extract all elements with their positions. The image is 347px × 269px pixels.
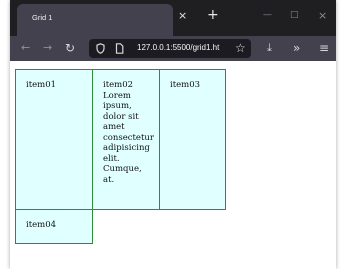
grid-item-text: item03: [170, 80, 201, 90]
bookmark-star-icon[interactable]: ☆: [235, 41, 246, 55]
grid-item-02: item02 Lorem ipsum, dolor sit amet conse…: [92, 69, 160, 210]
tab-title: Grid 1: [32, 13, 53, 22]
new-tab-button[interactable]: +: [207, 8, 219, 22]
url-text[interactable]: 127.0.0.1:5500/grid1.ht: [137, 43, 241, 52]
back-icon[interactable]: ←: [21, 41, 30, 55]
grid-item-text: item04: [26, 220, 57, 230]
maximize-icon[interactable]: □: [290, 11, 299, 20]
tab-grid1[interactable]: Grid 1: [17, 4, 173, 36]
forward-icon[interactable]: →: [43, 41, 52, 55]
grid-item-text: item02 Lorem ipsum, dolor sit amet conse…: [103, 80, 154, 185]
browser-window: Grid 1 × + — □ × ← → ↻ 127.0.0.1:5500/gr…: [10, 0, 336, 269]
page-icon[interactable]: [115, 43, 124, 54]
hamburger-menu-icon[interactable]: ≡: [319, 41, 329, 55]
download-icon[interactable]: ⤓: [267, 41, 272, 55]
url-bar[interactable]: 127.0.0.1:5500/grid1.ht ☆: [89, 39, 251, 58]
reload-icon[interactable]: ↻: [65, 41, 75, 55]
shield-icon[interactable]: [96, 43, 105, 54]
close-window-icon[interactable]: ×: [318, 10, 327, 21]
grid-item-01: item01: [15, 69, 93, 210]
grid-item-04: item04: [15, 209, 93, 244]
overflow-menu-icon[interactable]: »: [293, 41, 300, 55]
grid-item-text: item01: [26, 80, 57, 90]
minimize-icon[interactable]: —: [263, 11, 272, 20]
grid-item-03: item03: [159, 69, 226, 210]
tab-strip: Grid 1 × + — □ ×: [10, 0, 336, 36]
page-content: item01 item02 Lorem ipsum, dolor sit ame…: [10, 61, 336, 269]
navigation-bar: ← → ↻ 127.0.0.1:5500/grid1.ht ☆ ⤓ » ≡: [10, 36, 336, 61]
close-tab-icon[interactable]: ×: [178, 10, 187, 21]
